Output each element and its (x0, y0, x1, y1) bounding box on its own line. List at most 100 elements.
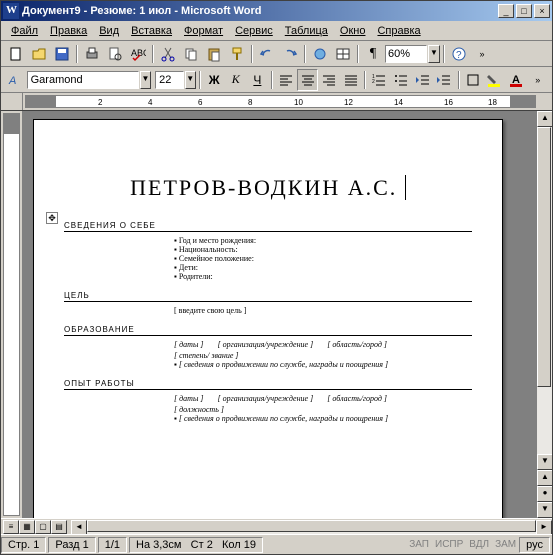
decrease-indent-button[interactable] (412, 69, 433, 91)
normal-view-button[interactable]: ≡ (3, 520, 19, 534)
table-move-handle[interactable]: ✥ (46, 212, 58, 224)
web-view-button[interactable]: ▦ (19, 520, 35, 534)
scroll-thumb[interactable] (537, 127, 551, 387)
vertical-ruler[interactable] (1, 111, 23, 518)
section-heading[interactable]: ОБРАЗОВАНИЕ (64, 325, 472, 336)
cut-button[interactable] (157, 43, 179, 65)
section-heading[interactable]: ЦЕЛЬ (64, 291, 472, 302)
scroll-up-button[interactable]: ▲ (537, 111, 552, 127)
new-doc-button[interactable] (5, 43, 27, 65)
undo-button[interactable] (256, 43, 278, 65)
minimize-button[interactable]: _ (498, 4, 514, 18)
redo-button[interactable] (279, 43, 301, 65)
print-view-button[interactable]: ▢ (35, 520, 51, 534)
format-painter-button[interactable] (226, 43, 248, 65)
page[interactable]: ✥ ПЕТРОВ-ВОДКИН А.С. СВЕДЕНИЯ О СЕБЕ Год… (33, 119, 503, 518)
horizontal-scrollbar[interactable]: ◄ ► (71, 520, 552, 534)
document-area: ✥ ПЕТРОВ-ВОДКИН А.С. СВЕДЕНИЯ О СЕБЕ Год… (1, 111, 552, 518)
align-center-button[interactable] (297, 69, 318, 91)
paste-button[interactable] (203, 43, 225, 65)
prev-page-button[interactable]: ▲ (537, 470, 552, 486)
browse-object-button[interactable]: ● (537, 486, 552, 502)
ruler-h-strip: 2 4 6 8 10 12 14 16 18 (25, 95, 536, 108)
list-item[interactable]: [ сведения о продвижении по службе, нагр… (174, 360, 472, 369)
toolbar-separator (357, 45, 359, 63)
outline-view-button[interactable]: ▤ (51, 520, 67, 534)
menu-insert[interactable]: Вставка (125, 23, 178, 39)
list-item[interactable]: Семейное положение: (174, 254, 472, 263)
zoom-value[interactable]: 60% (385, 45, 427, 63)
section-body[interactable]: [ введите свою цель ] (64, 306, 472, 315)
font-size-dropdown[interactable]: ▼ (185, 71, 196, 89)
list-item[interactable]: Год и место рождения: (174, 236, 472, 245)
font-name-dropdown[interactable]: ▼ (140, 71, 151, 89)
bold-button[interactable]: Ж (204, 69, 225, 91)
section-body[interactable]: Год и место рождения: Национальность: Се… (64, 236, 472, 281)
close-button[interactable]: × (534, 4, 550, 18)
numbered-list-button[interactable]: 12 (369, 69, 390, 91)
section-body[interactable]: [ даты ] [ организация/учреждение ] [ об… (64, 340, 472, 369)
vertical-scrollbar[interactable]: ▲ ▼ ▲ ● ▼ (536, 111, 552, 518)
menu-file[interactable]: Файл (5, 23, 44, 39)
open-button[interactable] (28, 43, 50, 65)
toolbar-options-button[interactable]: » (527, 69, 548, 91)
next-page-button[interactable]: ▼ (537, 502, 552, 518)
bullet-list-button[interactable] (391, 69, 412, 91)
ruler-corner (1, 93, 23, 110)
scroll-track-h[interactable] (87, 520, 536, 534)
scroll-track[interactable] (537, 127, 552, 454)
highlight-button[interactable] (484, 69, 505, 91)
font-color-button[interactable]: А (506, 69, 527, 91)
borders-button[interactable] (463, 69, 484, 91)
save-button[interactable] (51, 43, 73, 65)
document-scroll[interactable]: ✥ ПЕТРОВ-ВОДКИН А.С. СВЕДЕНИЯ О СЕБЕ Год… (23, 111, 536, 518)
align-left-button[interactable] (276, 69, 297, 91)
copy-button[interactable] (180, 43, 202, 65)
font-size-select[interactable]: 22 (155, 71, 183, 89)
print-preview-button[interactable] (104, 43, 126, 65)
align-justify-button[interactable] (341, 69, 362, 91)
list-item[interactable]: Национальность: (174, 245, 472, 254)
print-button[interactable] (81, 43, 103, 65)
toolbar-separator (443, 45, 445, 63)
menu-tools[interactable]: Сервис (229, 23, 279, 39)
style-button[interactable]: A (5, 69, 26, 91)
toolbar-options-button[interactable]: » (471, 43, 493, 65)
menu-window[interactable]: Окно (334, 23, 372, 39)
list-item[interactable]: [ сведения о продвижении по службе, нагр… (174, 414, 472, 423)
window-controls: _ □ × (498, 4, 550, 18)
section-heading[interactable]: СВЕДЕНИЯ О СЕБЕ (64, 221, 472, 232)
titlebar: Документ9 - Резюме: 1 июл - Microsoft Wo… (1, 1, 552, 21)
list-item[interactable]: Дети: (174, 263, 472, 272)
menu-view[interactable]: Вид (93, 23, 125, 39)
font-name-select[interactable]: Garamond (27, 71, 139, 89)
menu-format[interactable]: Формат (178, 23, 229, 39)
tables-borders-button[interactable] (332, 43, 354, 65)
show-paragraph-button[interactable]: ¶ (362, 43, 384, 65)
menu-help[interactable]: Справка (371, 23, 426, 39)
zoom-dropdown[interactable]: ▼ (428, 45, 440, 63)
scroll-down-button[interactable]: ▼ (537, 454, 552, 470)
section-heading[interactable]: ОПЫТ РАБОТЫ (64, 379, 472, 390)
underline-button[interactable]: Ч (247, 69, 268, 91)
toolbar-separator (251, 45, 253, 63)
toolbar-separator (271, 71, 273, 89)
toolbar-separator (458, 71, 460, 89)
maximize-button[interactable]: □ (516, 4, 532, 18)
horizontal-ruler[interactable]: 2 4 6 8 10 12 14 16 18 (1, 93, 552, 111)
increase-indent-button[interactable] (434, 69, 455, 91)
italic-button[interactable]: К (225, 69, 246, 91)
status-position: На 3,3см Ст 2 Кол 19 (129, 537, 263, 553)
scroll-thumb-h[interactable] (87, 520, 536, 532)
help-button[interactable]: ? (448, 43, 470, 65)
align-right-button[interactable] (319, 69, 340, 91)
window-title: Документ9 - Резюме: 1 июл - Microsoft Wo… (22, 5, 498, 17)
section-body[interactable]: [ даты ] [ организация/учреждение ] [ об… (64, 394, 472, 423)
spellcheck-button[interactable]: ABC (127, 43, 149, 65)
menu-table[interactable]: Таблица (279, 23, 334, 39)
menu-edit[interactable]: Правка (44, 23, 93, 39)
hyperlink-button[interactable] (309, 43, 331, 65)
list-item[interactable]: Родители: (174, 272, 472, 281)
font-size-value: 22 (159, 74, 171, 86)
document-title[interactable]: ПЕТРОВ-ВОДКИН А.С. (64, 175, 472, 201)
